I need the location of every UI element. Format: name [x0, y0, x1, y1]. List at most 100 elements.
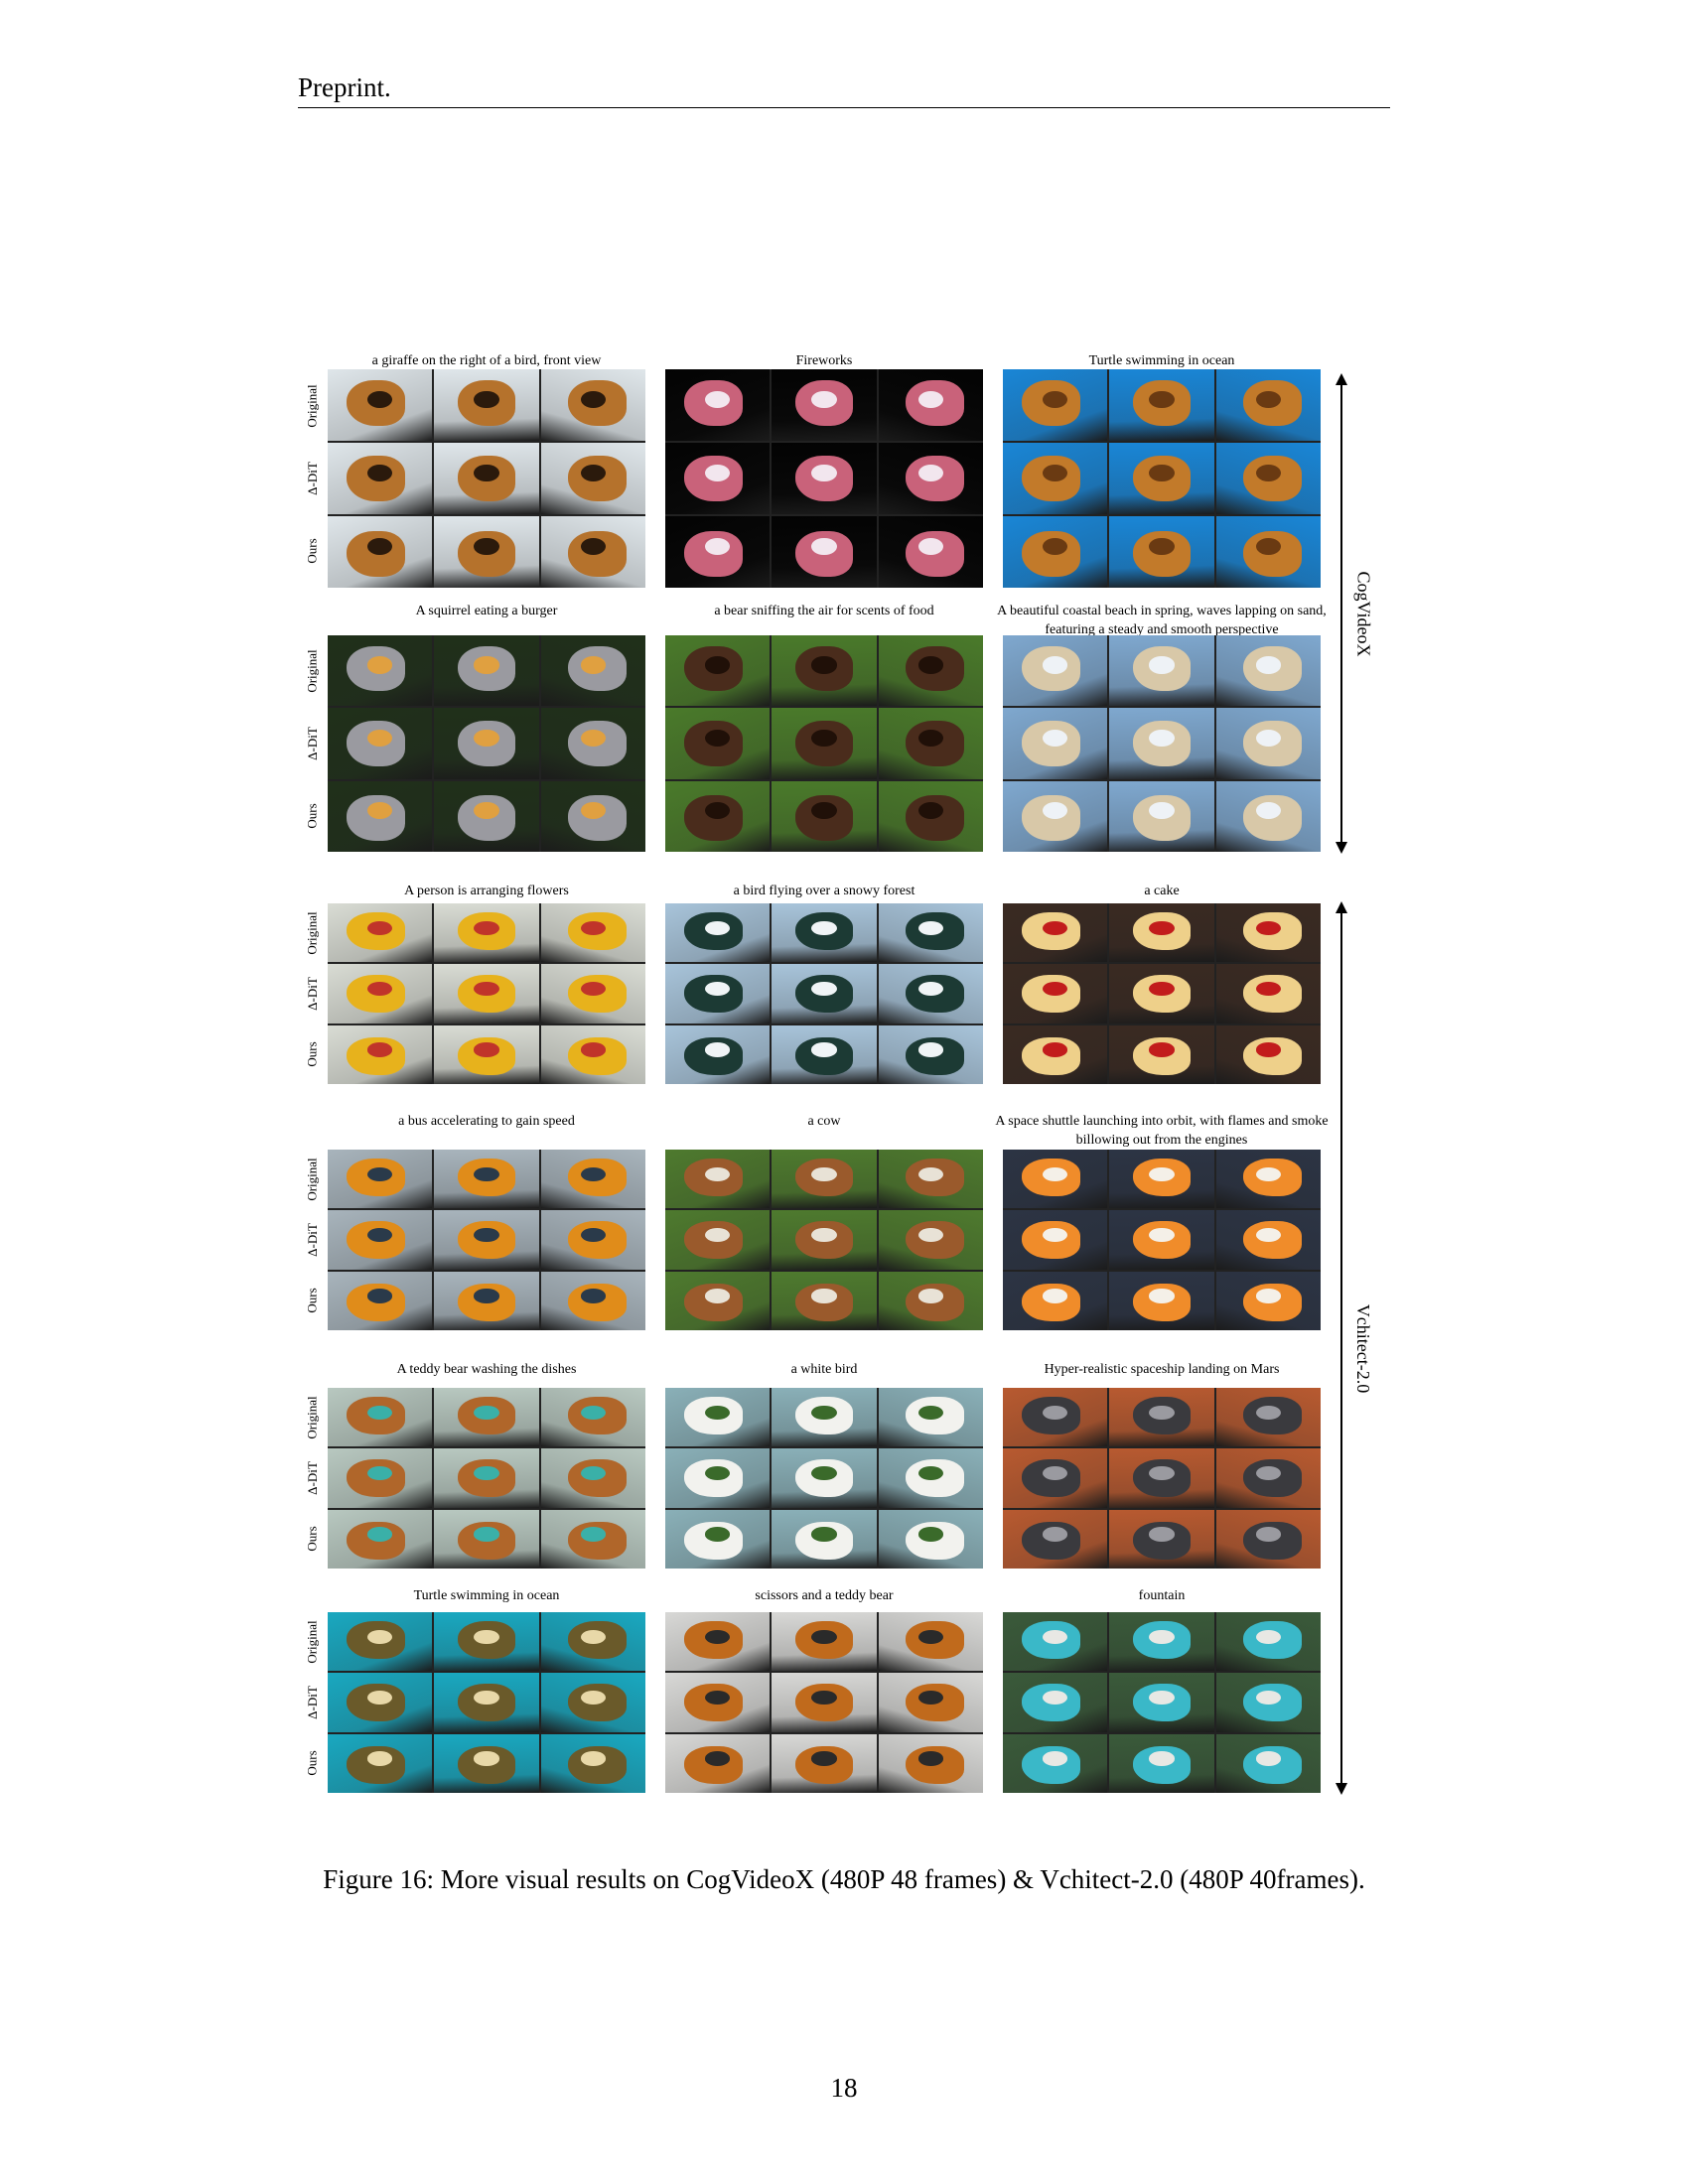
frame-detail [1149, 1629, 1175, 1645]
frame-detail [367, 1289, 393, 1303]
video-frame [665, 1509, 771, 1569]
video-frame [1109, 369, 1214, 441]
video-frame [1003, 1388, 1108, 1447]
video-frame [878, 1509, 983, 1569]
frame-detail [1255, 802, 1281, 820]
video-frame [1109, 1448, 1214, 1508]
video-frame [540, 1509, 645, 1569]
video-frame [1109, 1150, 1214, 1209]
video-frame [1003, 1733, 1108, 1793]
group-label-vchitect-text: Vchitect-2.0 [1353, 1303, 1374, 1393]
frame-grid [328, 903, 645, 1084]
panel-caption: a cow [807, 1114, 841, 1129]
video-frame [878, 635, 983, 707]
video-frame [434, 369, 539, 441]
frame-detail [474, 1466, 499, 1481]
frame-detail [811, 1228, 837, 1243]
row-labels: Original Δ-DiT Ours [300, 1150, 326, 1330]
frame-detail [474, 1527, 499, 1542]
video-frame [434, 1388, 539, 1447]
video-frame [772, 516, 877, 588]
video-frame [328, 1271, 433, 1330]
frame-detail [474, 1228, 499, 1243]
video-frame [772, 1733, 877, 1793]
frame-detail [811, 537, 837, 555]
header-rule [298, 107, 1390, 108]
video-frame [540, 1271, 645, 1330]
row-label-text: Original [305, 1620, 321, 1664]
video-frame [540, 1733, 645, 1793]
frame-detail [705, 656, 731, 674]
frame-detail [580, 1042, 606, 1057]
frame-detail [1255, 1166, 1281, 1182]
video-frame [434, 516, 539, 588]
video-frame [328, 1733, 433, 1793]
frame-detail [1149, 802, 1175, 820]
video-frame [1003, 369, 1108, 441]
frame-detail [1255, 729, 1281, 747]
video-frame [772, 1509, 877, 1569]
row-labels: Original Δ-DiT Ours [300, 369, 326, 588]
video-frame [1109, 903, 1214, 963]
frame-detail [811, 1042, 837, 1057]
video-frame [878, 443, 983, 514]
video-frame [1003, 1448, 1108, 1508]
frame-detail [917, 729, 943, 747]
frame-detail [580, 1527, 606, 1542]
frame-detail [1149, 1405, 1175, 1421]
video-frame [328, 780, 433, 852]
frame-detail [705, 390, 731, 408]
video-frame [665, 1388, 771, 1447]
row-label: Δ-DiT [300, 1210, 326, 1271]
panel-caption: a bird flying over a snowy forest [733, 884, 915, 898]
frame-grid [665, 903, 983, 1084]
video-frame [434, 1448, 539, 1508]
video-frame [434, 780, 539, 852]
video-frame [1003, 1673, 1108, 1732]
frame-detail [811, 729, 837, 747]
frame-detail [474, 656, 499, 674]
video-frame [665, 443, 771, 514]
video-frame [772, 1271, 877, 1330]
video-frame [665, 1150, 771, 1209]
frame-detail [811, 1289, 837, 1303]
frame-grid [665, 1388, 983, 1569]
frame-detail [917, 464, 943, 481]
frame-grid [1003, 903, 1321, 1084]
frame-grid [1003, 1612, 1321, 1793]
frame-detail [1255, 390, 1281, 408]
video-frame [540, 1024, 645, 1084]
frame-grid [665, 635, 983, 852]
video-frame [772, 369, 877, 441]
video-frame [772, 443, 877, 514]
video-frame [1109, 516, 1214, 588]
video-frame [1215, 1448, 1321, 1508]
video-frame [434, 1150, 539, 1209]
video-frame [328, 1024, 433, 1084]
video-frame [328, 708, 433, 779]
frame-detail [811, 1629, 837, 1645]
frame-detail [580, 1289, 606, 1303]
row-label-text: Original [305, 383, 321, 428]
video-frame [1003, 1612, 1108, 1672]
frame-detail [705, 1289, 731, 1303]
frame-detail [1149, 1289, 1175, 1303]
video-frame [878, 1150, 983, 1209]
row-label: Original [300, 369, 326, 442]
frame-grid [328, 1150, 645, 1330]
video-frame [1109, 1388, 1214, 1447]
video-frame [665, 1024, 771, 1084]
video-frame [1003, 708, 1108, 779]
row-label-text: Δ-DiT [305, 462, 321, 495]
video-frame [434, 1271, 539, 1330]
video-frame [878, 708, 983, 779]
row-label-text: Δ-DiT [305, 727, 321, 760]
video-frame [878, 1388, 983, 1447]
video-frame [878, 1448, 983, 1508]
row-label-text: Ours [305, 1288, 320, 1313]
video-frame [1215, 1210, 1321, 1270]
frame-detail [474, 1405, 499, 1421]
video-frame [434, 1024, 539, 1084]
frame-detail [474, 1289, 499, 1303]
frame-detail [580, 1751, 606, 1766]
